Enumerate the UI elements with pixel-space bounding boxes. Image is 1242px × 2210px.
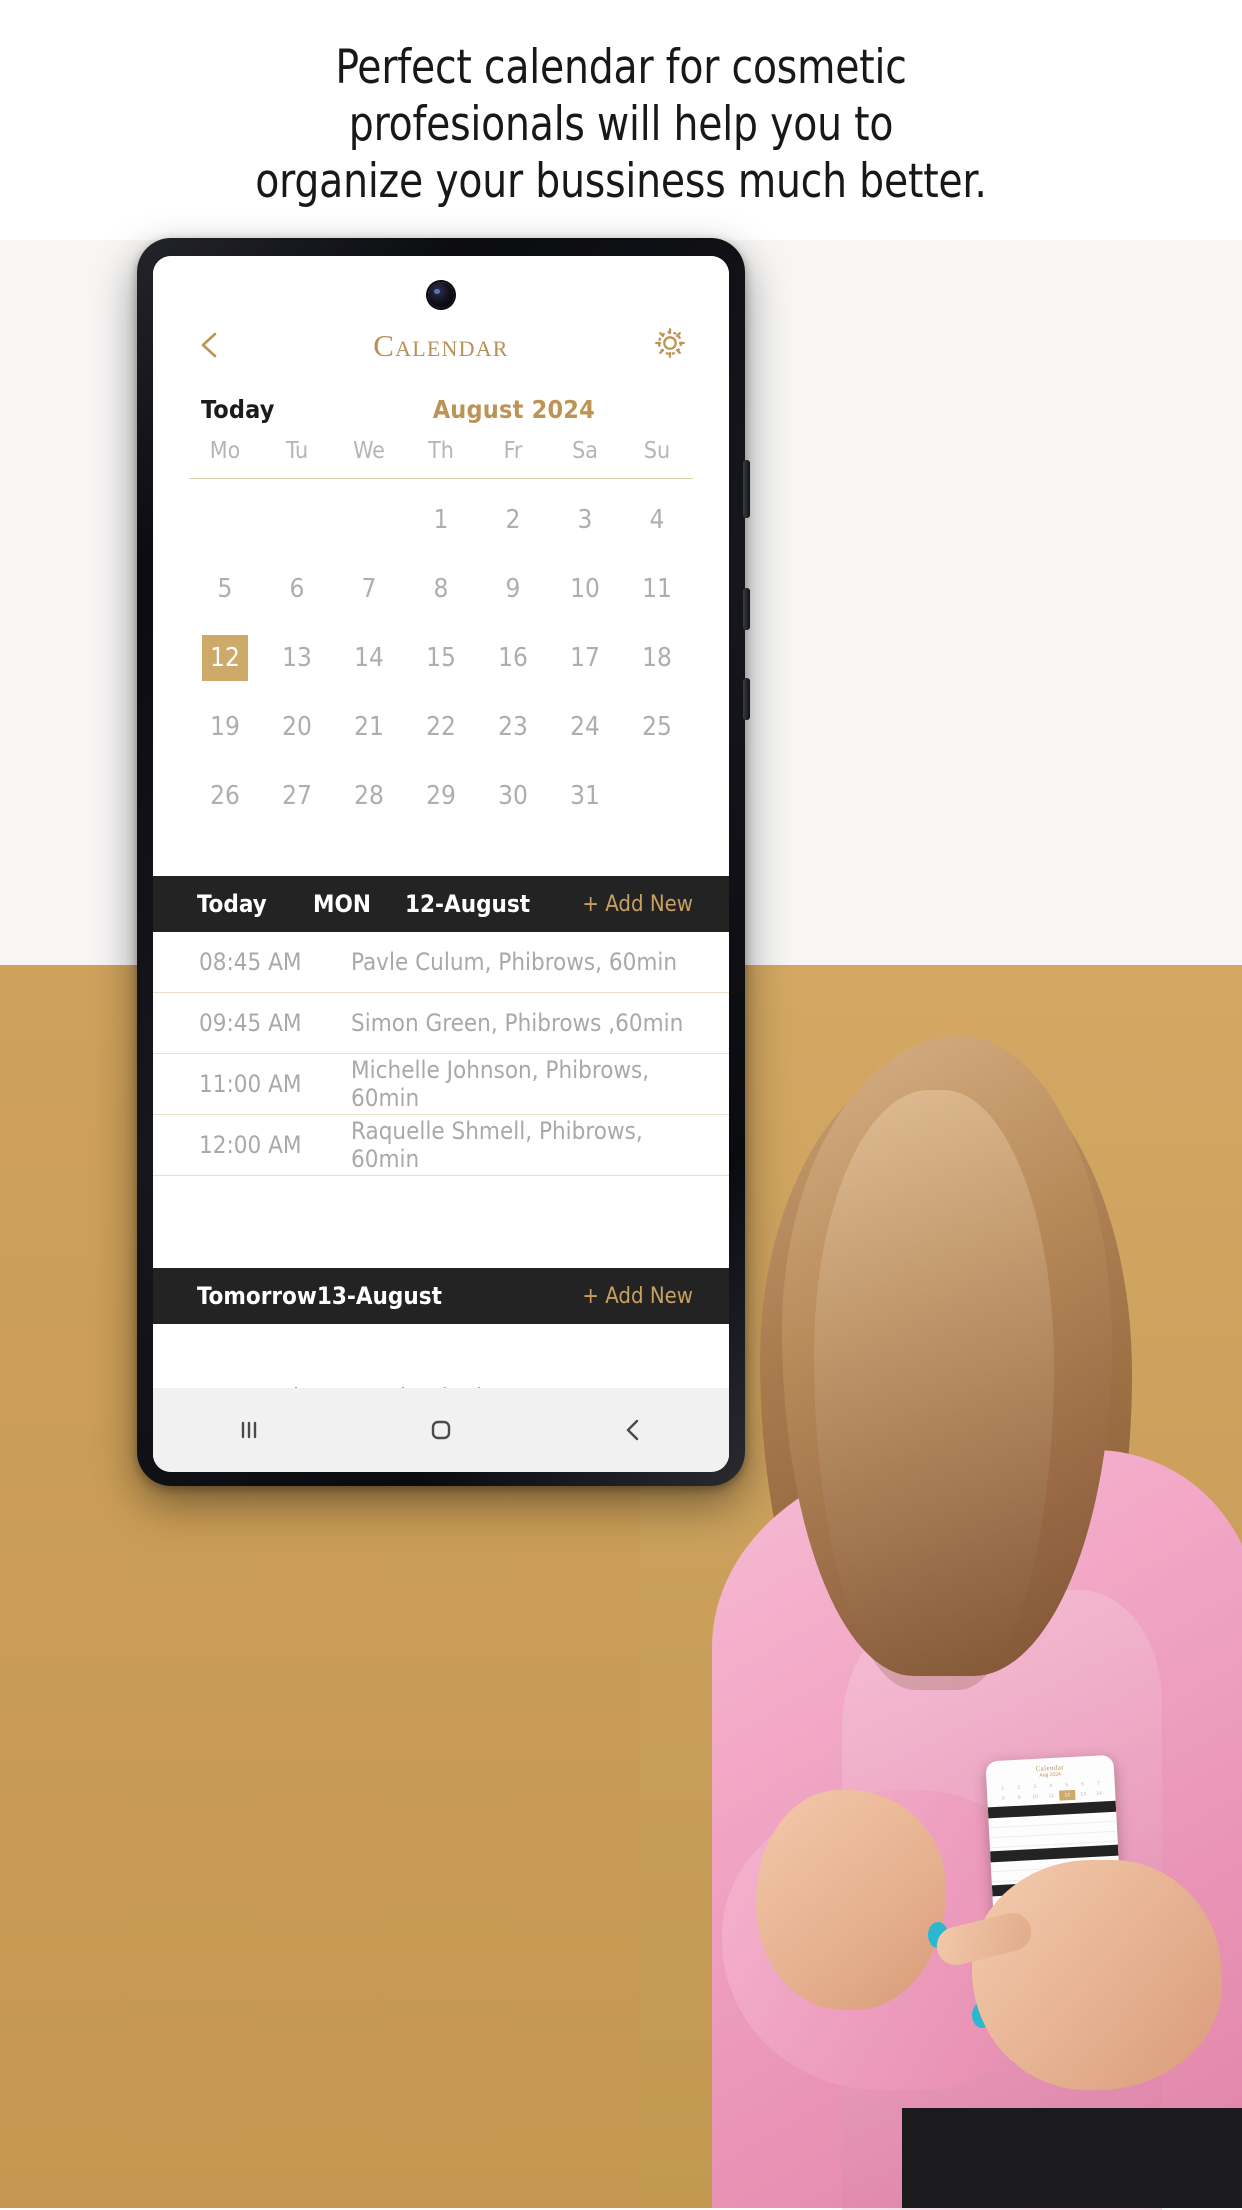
calendar-app: Calendar Today August 2024 Mo Tu We Th F… [153, 256, 729, 1472]
appointment-time: 09:45 AM [199, 1009, 302, 1037]
today-button[interactable]: Today [201, 395, 275, 424]
calendar-subheader: Today August 2024 [153, 374, 729, 438]
agenda-date: 12-August [405, 890, 531, 918]
calendar-week-row: 19 20 21 22 23 24 25 [189, 692, 693, 761]
weekday-fr: Fr [503, 438, 523, 464]
calendar-week-row: 26 27 28 29 30 31 [189, 761, 693, 830]
person-photo: Calendar Aug 2024 123 456 789 10 11 12 13 1… [712, 1030, 1242, 2210]
calendar-grid: Mo Tu We Th Fr Sa Su 1 2 3 4 5 6 7 8 9 1… [153, 438, 729, 830]
dark-skirt [902, 2108, 1242, 2208]
appointment-detail: Simon Green, Phibrows ,60min [351, 1009, 684, 1037]
date-cell[interactable]: 26 [189, 773, 261, 819]
appointment-time: 08:45 AM [199, 948, 302, 976]
headline-line-1: Perfect calendar for cosmetic [335, 40, 907, 95]
appointment-time: 12:00 AM [199, 1131, 302, 1159]
date-cell[interactable]: 30 [477, 773, 549, 819]
month-label[interactable]: August 2024 [433, 395, 595, 424]
date-cell[interactable]: 4 [621, 497, 693, 543]
date-cell[interactable] [621, 769, 693, 822]
appointment-detail: Pavle Culum, Phibrows, 60min [351, 948, 678, 976]
agenda-list: Today MON 12-August + Add New 08:45 AM P… [153, 876, 729, 1472]
hair-strand [814, 1090, 1054, 1690]
date-cell[interactable]: 2 [477, 497, 549, 543]
date-cell[interactable]: 14 [333, 635, 405, 681]
agenda-day-label: Tomorrow [197, 1282, 317, 1310]
date-cell[interactable]: 1 [405, 497, 477, 543]
weekday-mo: Mo [209, 438, 241, 464]
agenda-section-header: Tomorrow 13-August + Add New [153, 1268, 729, 1324]
date-cell[interactable] [189, 493, 261, 546]
home-icon[interactable] [426, 1415, 456, 1445]
date-cell[interactable]: 27 [261, 773, 333, 819]
date-cell[interactable]: 18 [621, 635, 693, 681]
date-cell[interactable]: 13 [261, 635, 333, 681]
appointment-row[interactable]: 09:45 AM Simon Green, Phibrows ,60min [153, 993, 729, 1054]
agenda-weekday: MON [313, 890, 371, 918]
weekday-su: Su [643, 438, 671, 464]
phone-side-button[interactable] [743, 460, 750, 518]
front-camera [428, 282, 454, 308]
date-cell[interactable]: 6 [261, 566, 333, 612]
date-cell[interactable]: 17 [549, 635, 621, 681]
agenda-date: 13-August [316, 1282, 442, 1310]
add-new-button[interactable]: + Add New [582, 1284, 693, 1309]
calendar-week-row: 12 13 14 15 16 17 18 [189, 623, 693, 692]
calendar-week-row: 1 2 3 4 [189, 485, 693, 554]
date-cell[interactable]: 22 [405, 704, 477, 750]
marketing-headline: Perfect calendar for cosmetic profesiona… [0, 44, 1242, 215]
weekday-tu: Tu [285, 438, 309, 464]
date-cell[interactable]: 11 [621, 566, 693, 612]
recents-icon[interactable] [234, 1415, 264, 1445]
date-cell[interactable]: 5 [189, 566, 261, 612]
date-cell[interactable]: 31 [549, 773, 621, 819]
appointment-detail: Michelle Johnson, Phibrows, 60min [351, 1056, 650, 1112]
weekday-header-row: Mo Tu We Th Fr Sa Su [189, 438, 693, 479]
pointing-hand [972, 1860, 1222, 2090]
date-cell[interactable]: 19 [189, 704, 261, 750]
calendar-spacer [153, 830, 729, 876]
date-cell[interactable]: 16 [477, 635, 549, 681]
date-cell[interactable]: 29 [405, 773, 477, 819]
agenda-day-label: Today [197, 890, 267, 918]
phone-mockup: Calendar Today August 2024 Mo Tu We Th F… [137, 238, 750, 1486]
headline-line-2: profesionals will help you to [348, 97, 894, 152]
phone-screen: Calendar Today August 2024 Mo Tu We Th F… [153, 256, 729, 1472]
date-cell[interactable]: 20 [261, 704, 333, 750]
date-cell[interactable]: 15 [405, 635, 477, 681]
date-cell[interactable]: 24 [549, 704, 621, 750]
date-cell[interactable]: 23 [477, 704, 549, 750]
date-cell[interactable] [261, 493, 333, 546]
weekday-we: We [353, 438, 385, 464]
page-title: Calendar [373, 328, 509, 363]
phone-volume-up-button[interactable] [743, 588, 750, 630]
agenda-section-header: Today MON 12-August + Add New [153, 876, 729, 932]
weekday-sa: Sa [572, 438, 598, 464]
holding-hand [756, 1790, 946, 2010]
app-header: Calendar [153, 256, 729, 374]
date-cell[interactable]: 3 [549, 497, 621, 543]
appointment-time: 11:00 AM [199, 1070, 302, 1098]
phone-volume-down-button[interactable] [743, 678, 750, 720]
weekday-th: Th [428, 438, 454, 464]
date-cell[interactable]: 25 [621, 704, 693, 750]
date-cell[interactable]: 10 [549, 566, 621, 612]
android-navigation-bar [153, 1388, 729, 1472]
date-cell[interactable] [333, 493, 405, 546]
date-cell[interactable]: 8 [405, 566, 477, 612]
appointment-row[interactable]: 08:45 AM Pavle Culum, Phibrows, 60min [153, 932, 729, 993]
back-icon[interactable] [618, 1415, 648, 1445]
appointment-row[interactable]: 11:00 AM Michelle Johnson, Phibrows, 60m… [153, 1054, 729, 1115]
date-cell-selected[interactable]: 12 [189, 634, 261, 681]
date-cell[interactable]: 28 [333, 773, 405, 819]
date-cell[interactable]: 9 [477, 566, 549, 612]
calendar-week-row: 5 6 7 8 9 10 11 [189, 554, 693, 623]
date-cell[interactable]: 21 [333, 704, 405, 750]
agenda-spacer [153, 1176, 729, 1268]
appointment-detail: Raquelle Shmell, Phibrows, 60min [351, 1117, 643, 1173]
appointment-row[interactable]: 12:00 AM Raquelle Shmell, Phibrows, 60mi… [153, 1115, 729, 1176]
date-cell[interactable]: 7 [333, 566, 405, 612]
headline-line-3: organize your bussiness much better. [255, 154, 987, 209]
add-new-button[interactable]: + Add New [582, 892, 693, 917]
